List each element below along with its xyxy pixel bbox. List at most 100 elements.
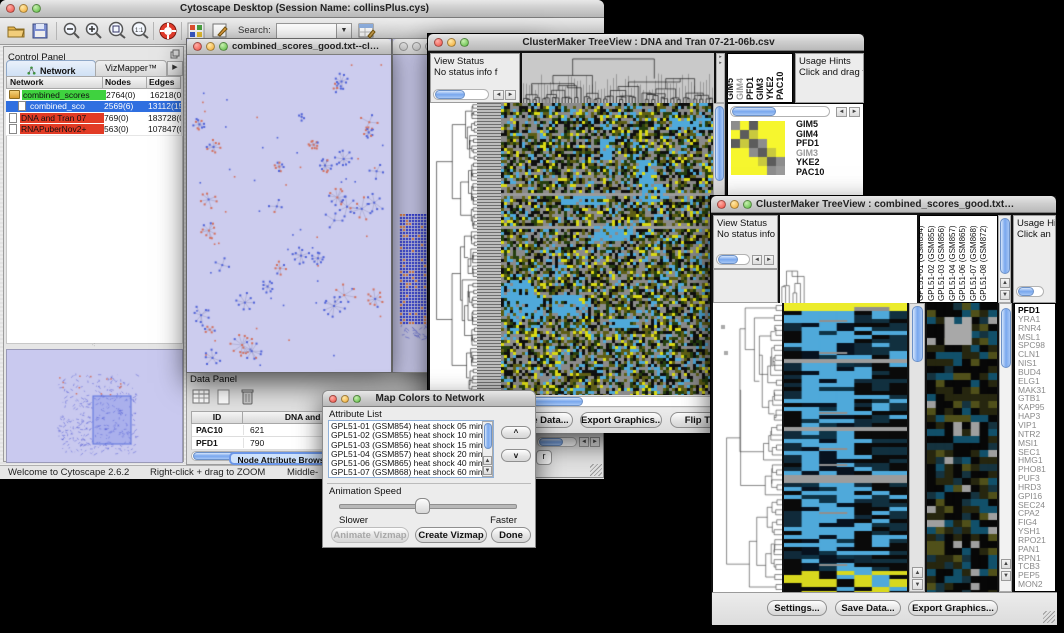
network1-canvas[interactable]: [188, 56, 388, 370]
minimize-icon[interactable]: [206, 42, 215, 51]
speed-slider-thumb[interactable]: [415, 498, 430, 514]
attribute-list-vscroll-thumb[interactable]: [484, 423, 492, 449]
attribute-list-item[interactable]: GPL51-02 (GSM855) heat shock 10 min: [331, 431, 491, 440]
close-icon[interactable]: [6, 4, 15, 13]
create-vizmap-button[interactable]: Create Vizmap: [415, 527, 487, 543]
tv1-vscroll-thumb[interactable]: [715, 106, 724, 181]
gpl-column-label[interactable]: GPL51-01 (GSM854): [916, 225, 926, 301]
tv2-heatmap[interactable]: [784, 303, 907, 592]
minimize-icon[interactable]: [19, 4, 28, 13]
tv2-detail-heatmap[interactable]: [927, 303, 997, 592]
gpl-column-label[interactable]: GPL51-07 (GSM868): [969, 225, 979, 301]
minimize-icon[interactable]: [447, 38, 456, 47]
col-edges[interactable]: Edges: [147, 76, 181, 89]
tv1-splitter[interactable]: ▸▸: [716, 53, 725, 103]
tv1-column-label[interactable]: PAC10: [775, 72, 785, 100]
zoom-window-icon[interactable]: [32, 4, 41, 13]
scroll-right-icon[interactable]: ►: [505, 90, 516, 100]
tv1-right-hscrollbar[interactable]: [730, 106, 830, 117]
zoom-out-icon[interactable]: [62, 21, 82, 41]
settings-button[interactable]: Settings...: [767, 600, 827, 616]
scroll-right-icon[interactable]: ►: [764, 255, 774, 265]
tv1-column-label[interactable]: GIM5: [725, 78, 735, 100]
node-attribute-browser-button[interactable]: Node Attribute Brows: [229, 452, 333, 465]
scroll-right-icon[interactable]: ►: [849, 107, 860, 117]
resize-grip[interactable]: [1043, 611, 1055, 623]
tv2-row-dendrogram[interactable]: [713, 303, 782, 592]
network-list-row[interactable]: combined_scores2764(0)16218(0): [6, 89, 181, 101]
save-icon[interactable]: [30, 21, 50, 41]
col-network[interactable]: Network: [6, 76, 103, 89]
float-panel-icon[interactable]: [170, 49, 180, 59]
attribute-listbox[interactable]: GPL51-01 (GSM854) heat shock 05 minGPL51…: [328, 420, 494, 478]
tv1-mini-heatmap[interactable]: [731, 121, 785, 175]
search-dropdown-icon[interactable]: ▼: [336, 23, 352, 39]
scroll-left-icon[interactable]: ◄: [493, 90, 504, 100]
tv1-heatmap[interactable]: [501, 103, 713, 395]
tv2-detail-vscroll-thumb[interactable]: [1001, 308, 1011, 368]
open-icon[interactable]: [6, 21, 26, 41]
zoom-in-icon[interactable]: [84, 21, 104, 41]
attribute-list-item[interactable]: GPL51-04 (GSM857) heat shock 20 min: [331, 450, 491, 459]
scroll-up-icon[interactable]: ▲: [912, 567, 923, 578]
zoom-window-icon[interactable]: [460, 38, 469, 47]
tab-network[interactable]: Network: [6, 60, 96, 77]
scroll-down-icon[interactable]: ▼: [1000, 290, 1010, 300]
attribute-list-item[interactable]: GPL51-01 (GSM854) heat shock 05 min: [331, 422, 491, 431]
move-down-button[interactable]: v: [501, 449, 531, 462]
zoom-selected-icon[interactable]: [107, 21, 127, 41]
close-icon[interactable]: [717, 200, 726, 209]
save-data-button[interactable]: Save Data...: [835, 600, 901, 616]
scroll-down-icon[interactable]: ▼: [912, 579, 923, 590]
tv2-detail-vscrollbar[interactable]: ▲ ▼: [999, 303, 1012, 592]
network-list-row[interactable]: combined_sco2569(6)13112(15): [6, 101, 181, 113]
network1-title-bar[interactable]: combined_scores_good.txt--cluste...: [187, 39, 391, 55]
gene-label[interactable]: MON2: [1018, 580, 1055, 589]
table-grid-icon[interactable]: [192, 388, 210, 406]
tv1-column-label[interactable]: GIM4: [735, 78, 745, 100]
tv1-row-dendrogram[interactable]: [430, 103, 477, 395]
zoom-window-icon[interactable]: [743, 200, 752, 209]
tv1-row-label[interactable]: PAC10: [796, 168, 862, 178]
scroll-up-icon[interactable]: ▲: [1001, 559, 1011, 569]
help-lifesaver-icon[interactable]: [158, 21, 178, 41]
scroll-left-icon[interactable]: ◄: [579, 437, 589, 447]
gpl-column-label[interactable]: GPL51-02 (GSM855): [927, 225, 937, 301]
scroll-left-icon[interactable]: ◄: [836, 107, 847, 117]
tv2-labels-vscrollbar[interactable]: ▲ ▼: [998, 215, 1011, 303]
tv2-labels-vscroll-thumb[interactable]: [1000, 218, 1010, 274]
scroll-down-icon[interactable]: ▼: [1001, 571, 1011, 581]
fragment-button[interactable]: r: [536, 450, 552, 465]
attribute-list-vscrollbar[interactable]: ▲ ▼: [482, 421, 493, 477]
scroll-up-icon[interactable]: ▲: [1000, 278, 1010, 288]
tv2-vscrollbar[interactable]: ▲ ▼: [909, 303, 925, 592]
gpl-column-label[interactable]: GPL51-03 (GSM856): [937, 225, 947, 301]
network-list-row[interactable]: DNA and Tran 07769(0)183728(0): [6, 112, 181, 124]
network-list-row[interactable]: RNAPuberNov2+563(0)107847(0): [6, 124, 181, 136]
export-graphics-button[interactable]: Export Graphics...: [580, 412, 662, 428]
tab-vizmapper[interactable]: VizMapper™: [95, 60, 167, 77]
gpl-column-label[interactable]: GPL51-08 (GSM872): [979, 225, 989, 301]
close-icon[interactable]: [193, 42, 202, 51]
move-up-button[interactable]: ^: [501, 426, 531, 439]
treeview1-title-bar[interactable]: ClusterMaker TreeView : DNA and Tran 07-…: [428, 34, 864, 51]
close-icon[interactable]: [329, 395, 337, 403]
birdseye-view[interactable]: [6, 349, 183, 463]
tv2-vscroll-thumb[interactable]: [912, 306, 923, 362]
tv1-column-label[interactable]: PFD1: [745, 77, 755, 100]
main-title-bar[interactable]: Cytoscape Desktop (Session Name: collins…: [0, 0, 604, 18]
zoom-window-icon[interactable]: [353, 395, 361, 403]
tv2-hints-hscrollbar[interactable]: [1016, 286, 1044, 297]
attribute-list-item[interactable]: GPL51-03 (GSM856) heat shock 15 min: [331, 441, 491, 450]
tv1-column-label[interactable]: GIM3: [755, 78, 765, 100]
tab-overflow-icon[interactable]: ▶: [167, 61, 183, 76]
animate-vizmap-button[interactable]: Animate Vizmap: [331, 527, 409, 543]
export-graphics-button[interactable]: Export Graphics...: [908, 600, 998, 616]
resize-grip[interactable]: [590, 464, 602, 476]
tv1-row-labels-strip[interactable]: [477, 103, 501, 395]
scroll-down-icon[interactable]: ▼: [483, 466, 492, 475]
tv1-column-dendrogram[interactable]: [522, 53, 714, 103]
done-button[interactable]: Done: [491, 527, 531, 543]
tv2-column-dendrogram[interactable]: [780, 215, 917, 303]
trash-icon[interactable]: [238, 387, 256, 406]
